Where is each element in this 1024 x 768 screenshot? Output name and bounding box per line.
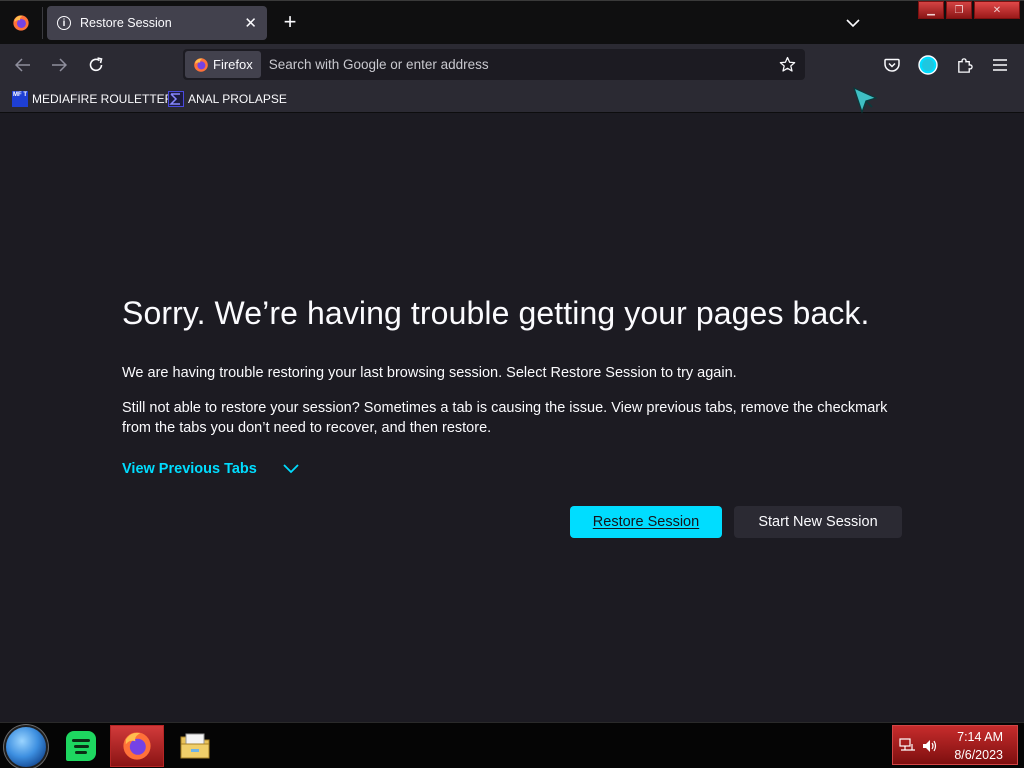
firefox-logo-icon (194, 57, 208, 72)
view-previous-tabs-toggle[interactable]: View Previous Tabs (122, 458, 299, 480)
start-button[interactable] (6, 727, 46, 767)
spotify-icon (66, 731, 96, 761)
account-avatar-icon[interactable] (914, 51, 942, 79)
back-arrow-icon[interactable] (10, 52, 36, 78)
page-content: Sorry. We’re having trouble getting your… (0, 114, 1024, 722)
bookmark-anal-prolapse[interactable]: ANAL PROLAPSE (168, 89, 287, 108)
start-new-session-button[interactable]: Start New Session (734, 506, 902, 538)
firefox-icon (123, 732, 151, 760)
tab-strip: i Restore Session ✕ + ▁ ❐ ✕ (0, 0, 1024, 44)
list-all-tabs-chevron-down-icon[interactable] (842, 12, 864, 34)
extensions-puzzle-icon[interactable] (950, 51, 978, 79)
info-icon: i (57, 16, 71, 30)
help-text: Still not able to restore your session? … (122, 400, 888, 436)
taskbar-firefox[interactable] (110, 725, 164, 767)
description-text: We are having trouble restoring your las… (122, 365, 737, 381)
bookmark-label: MEDIAFIRE ROULETTER (32, 91, 174, 106)
close-tab-icon[interactable]: ✕ (244, 14, 257, 32)
tab-restore-session[interactable]: i Restore Session ✕ (47, 6, 267, 40)
volume-icon[interactable] (921, 738, 939, 754)
system-tray: 7:14 AM 8/6/2023 (892, 725, 1018, 765)
taskbar-spotify[interactable] (54, 725, 108, 767)
clock[interactable]: 7:14 AM 8/6/2023 (954, 728, 1003, 764)
minimize-button[interactable]: ▁ (918, 1, 944, 19)
close-window-button[interactable]: ✕ (974, 1, 1020, 19)
window-controls: ▁ ❐ ✕ (918, 1, 1020, 19)
clock-date: 8/6/2023 (954, 748, 1003, 762)
view-previous-tabs-label: View Previous Tabs (122, 461, 257, 477)
new-tab-button[interactable]: + (278, 10, 302, 36)
address-bar[interactable]: Firefox Search with Google or enter addr… (183, 49, 805, 80)
clock-time: 7:14 AM (957, 730, 1003, 744)
taskbar-file-explorer[interactable] (168, 725, 222, 767)
chevron-down-icon (283, 464, 299, 474)
sigma-icon (168, 90, 184, 107)
bookmark-mediafire-rouletter[interactable]: MF T MEDIAFIRE ROULETTER (12, 89, 173, 108)
identity-label: Firefox (213, 57, 253, 72)
reload-icon[interactable] (83, 52, 109, 78)
folder-icon (180, 733, 210, 759)
url-input[interactable]: Search with Google or enter address (269, 57, 773, 72)
maximize-button[interactable]: ❐ (946, 1, 972, 19)
page-title: Sorry. We’re having trouble getting your… (122, 295, 870, 331)
hamburger-menu-icon[interactable] (986, 51, 1014, 79)
taskbar: 7:14 AM 8/6/2023 (0, 722, 1024, 768)
bookmark-label: ANAL PROLAPSE (188, 91, 287, 106)
mouse-cursor-icon (852, 86, 878, 114)
restore-session-button[interactable]: Restore Session (570, 506, 722, 538)
tab-title: Restore Session (80, 16, 172, 30)
navigation-toolbar: Firefox Search with Google or enter addr… (0, 44, 1024, 84)
pocket-icon[interactable] (878, 51, 906, 79)
bookmark-star-icon[interactable] (773, 51, 801, 79)
mediafire-favicon-icon: MF T (12, 90, 28, 107)
forward-arrow-icon[interactable] (46, 52, 72, 78)
identity-box[interactable]: Firefox (185, 51, 261, 78)
network-icon[interactable] (899, 738, 917, 754)
tab-separator (42, 7, 43, 39)
firefox-view-icon[interactable] (6, 7, 36, 39)
